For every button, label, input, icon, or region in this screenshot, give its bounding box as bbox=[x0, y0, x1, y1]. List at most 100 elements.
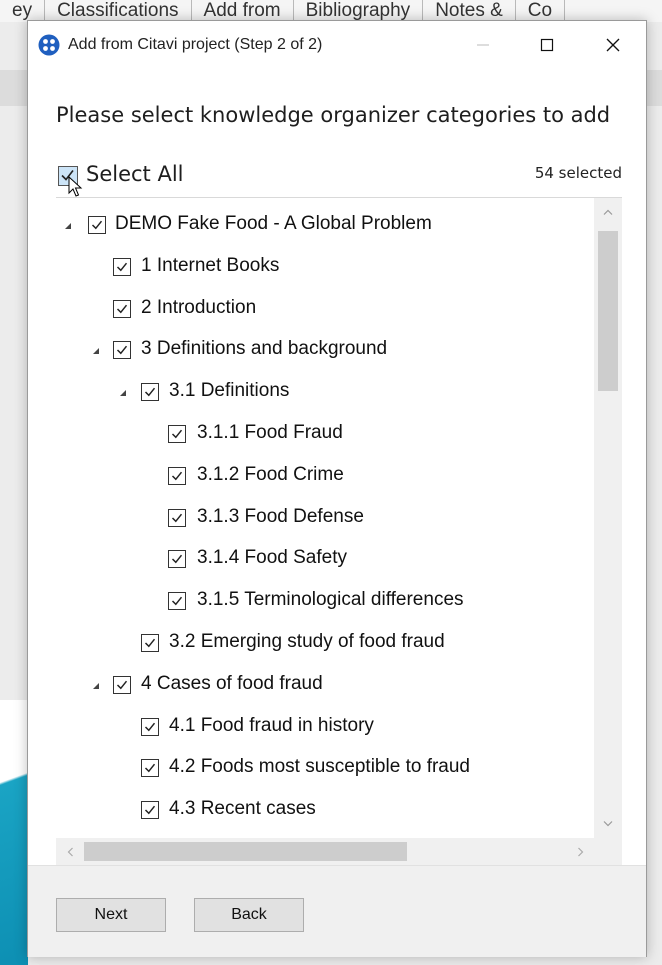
close-icon bbox=[606, 38, 620, 52]
tree-item-label: 3.1.3 Food Defense bbox=[197, 505, 364, 527]
next-button[interactable]: Next bbox=[56, 898, 166, 932]
tree-row[interactable]: 3.1.4 Food Safety bbox=[56, 544, 594, 578]
background-teal-accent bbox=[0, 700, 28, 965]
tree-item-checkbox[interactable] bbox=[113, 341, 131, 360]
background-tab: Bibliography bbox=[294, 0, 424, 22]
tree-row[interactable]: 3 Definitions and background bbox=[56, 335, 594, 369]
horizontal-scrollbar[interactable] bbox=[56, 838, 594, 865]
select-all-label[interactable]: Select All bbox=[86, 162, 184, 186]
tree-item-label: 4.1 Food fraud in history bbox=[169, 714, 374, 736]
tree-item-checkbox[interactable] bbox=[168, 592, 186, 611]
scroll-up-button[interactable] bbox=[594, 198, 622, 226]
tree-item-label: DEMO Fake Food - A Global Problem bbox=[115, 213, 432, 234]
dialog-title: Add from Citavi project (Step 2 of 2) bbox=[68, 36, 323, 53]
expanded-triangle-icon[interactable] bbox=[119, 389, 127, 397]
back-button[interactable]: Back bbox=[194, 898, 304, 932]
tree-item-checkbox[interactable] bbox=[141, 717, 159, 736]
tree-item-label: 2 Introduction bbox=[141, 296, 257, 318]
minimize-button[interactable] bbox=[460, 21, 506, 69]
expanded-triangle-icon[interactable] bbox=[64, 222, 72, 230]
checkmark-icon bbox=[144, 805, 156, 815]
tree-item-checkbox[interactable] bbox=[168, 508, 186, 527]
category-tree[interactable]: DEMO Fake Food - A Global Problem 1 Inter… bbox=[56, 198, 594, 838]
checkmark-icon bbox=[171, 471, 183, 481]
chevron-right-icon bbox=[577, 847, 583, 856]
tree-item-label: 3.2 Emerging study of food fraud bbox=[169, 631, 445, 652]
tree-row[interactable]: DEMO Fake Food - A Global Problem bbox=[56, 210, 594, 244]
maximize-icon bbox=[540, 38, 554, 52]
tree-item-label: 3 Definitions and background bbox=[141, 338, 388, 360]
title-bar[interactable]: Add from Citavi project (Step 2 of 2) bbox=[28, 21, 646, 69]
background-tab: Classifications bbox=[45, 0, 192, 22]
tree-row[interactable]: 1 Internet Books bbox=[56, 252, 594, 286]
tree-row[interactable]: 2 Introduction bbox=[56, 294, 594, 328]
chevron-down-icon bbox=[603, 821, 613, 827]
tree-row[interactable]: 3.1.5 Terminological differences bbox=[56, 586, 594, 620]
checkmark-icon bbox=[91, 220, 103, 230]
background-tab-strip: ey Classifications Add from Bibliography Not… bbox=[0, 0, 662, 22]
checkmark-icon bbox=[144, 764, 156, 773]
maximize-button[interactable] bbox=[524, 21, 570, 69]
tree-item-checkbox[interactable] bbox=[113, 257, 131, 276]
selected-count: 54 selected bbox=[534, 164, 622, 182]
tree-row[interactable]: 4.2 Foods most susceptible to fraud bbox=[56, 753, 594, 787]
mouse-cursor-icon bbox=[68, 176, 83, 197]
tree-item-checkbox[interactable] bbox=[113, 675, 131, 694]
checkmark-icon bbox=[171, 555, 183, 564]
tree-item-checkbox[interactable] bbox=[113, 299, 131, 318]
background-tab: ey bbox=[0, 0, 46, 22]
dialog-footer: Next Back bbox=[28, 865, 646, 957]
tree-item-label: 4.2 Foods most susceptible to fraud bbox=[169, 756, 470, 778]
tree-row[interactable]: 4.3 Recent cases bbox=[56, 795, 594, 829]
checkmark-icon bbox=[116, 346, 128, 355]
checkmark-icon bbox=[116, 680, 128, 690]
add-from-citavi-dialog: Add from Citavi project (Step 2 of 2) Pl… bbox=[27, 20, 647, 957]
citavi-app-icon bbox=[38, 34, 60, 56]
chevron-left-icon bbox=[67, 847, 73, 856]
tree-item-label: 3.1.2 Food Crime bbox=[197, 463, 344, 485]
tree-row[interactable]: 3.1 Definitions bbox=[56, 377, 594, 411]
tree-row[interactable]: 4 Cases of food fraud bbox=[56, 670, 594, 704]
expanded-triangle-icon[interactable] bbox=[92, 682, 100, 690]
tree-item-checkbox[interactable] bbox=[168, 466, 186, 485]
tree-item-checkbox[interactable] bbox=[168, 425, 186, 443]
close-button[interactable] bbox=[590, 21, 636, 69]
tree-item-label: 3.1 Definitions bbox=[169, 380, 290, 402]
checkmark-icon bbox=[144, 722, 156, 732]
scroll-left-button[interactable] bbox=[56, 838, 83, 865]
scrollbar-corner bbox=[594, 838, 622, 865]
tree-row[interactable]: 3.1.1 Food Fraud bbox=[56, 419, 594, 453]
tree-item-label: 3.1.5 Terminological differences bbox=[197, 589, 464, 611]
checkmark-icon bbox=[171, 596, 183, 606]
checkmark-icon bbox=[144, 387, 156, 397]
tree-item-checkbox[interactable] bbox=[168, 550, 186, 569]
category-tree-panel: DEMO Fake Food - A Global Problem 1 Inter… bbox=[56, 198, 622, 865]
dialog-heading: Please select knowledge organizer catego… bbox=[56, 103, 611, 127]
tree-item-checkbox[interactable] bbox=[141, 801, 159, 820]
expanded-triangle-icon[interactable] bbox=[92, 347, 100, 355]
tree-row[interactable]: 3.1.3 Food Defense bbox=[56, 503, 594, 537]
tree-item-label: 3.1.1 Food Fraud bbox=[197, 422, 343, 443]
tree-item-checkbox[interactable] bbox=[141, 759, 159, 778]
checkmark-icon bbox=[116, 304, 128, 314]
tree-row[interactable]: 4.1 Food fraud in history bbox=[56, 712, 594, 746]
checkmark-icon bbox=[171, 429, 183, 439]
tree-item-label: 4.3 Recent cases bbox=[169, 798, 316, 820]
checkmark-icon bbox=[116, 262, 128, 272]
scroll-down-button[interactable] bbox=[594, 810, 622, 838]
tree-item-checkbox[interactable] bbox=[141, 634, 159, 652]
tree-row[interactable]: 3.2 Emerging study of food fraud bbox=[56, 628, 594, 662]
background-tab: Co bbox=[516, 0, 566, 22]
scroll-right-button[interactable] bbox=[567, 838, 594, 865]
vertical-scrollbar[interactable] bbox=[594, 198, 622, 838]
tree-row[interactable]: 3.1.2 Food Crime bbox=[56, 461, 594, 495]
chevron-up-icon bbox=[603, 209, 613, 215]
tree-item-checkbox[interactable] bbox=[88, 216, 106, 234]
checkmark-icon bbox=[144, 638, 156, 648]
checkmark-icon bbox=[171, 513, 183, 523]
vertical-scroll-thumb[interactable] bbox=[598, 231, 618, 391]
tree-item-label: 4 Cases of food fraud bbox=[141, 672, 323, 694]
background-tab: Notes & bbox=[423, 0, 516, 22]
tree-item-checkbox[interactable] bbox=[141, 383, 159, 402]
horizontal-scroll-thumb[interactable] bbox=[84, 842, 407, 861]
